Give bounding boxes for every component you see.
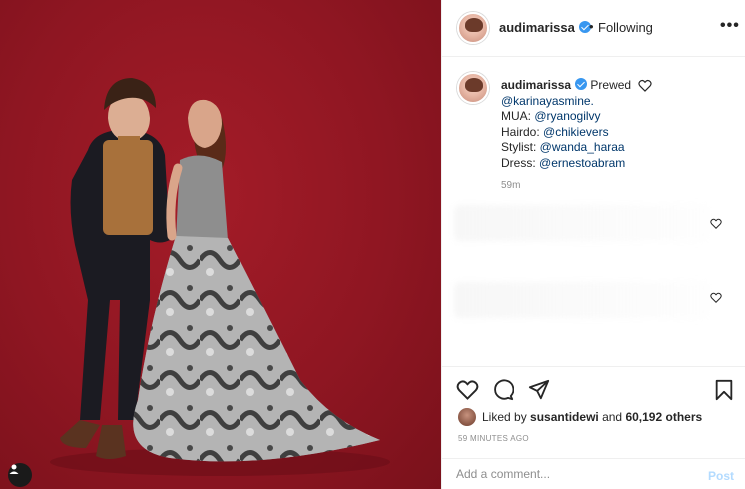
author-username[interactable]: audimarissa	[499, 20, 591, 35]
caption-line: MUA: @ryanogilvy	[501, 109, 731, 125]
caption-line: @karinayasmine.	[501, 94, 731, 110]
blurred-comment	[454, 282, 709, 318]
post-sidebar: audimarissa • Following ••• audimarissa …	[441, 0, 745, 489]
separator-dot: •	[589, 19, 594, 34]
verified-badge-icon	[575, 78, 588, 90]
share-icon[interactable]	[528, 379, 550, 401]
post-comment-button[interactable]: Post	[708, 469, 734, 483]
comment-input[interactable]	[456, 467, 686, 481]
post-actions: Liked by susantidewi and 60,192 others 5…	[442, 366, 745, 471]
user-tag-icon[interactable]	[8, 463, 32, 487]
mention-link[interactable]: @ryanogilvy	[534, 109, 600, 123]
follow-status-button[interactable]: Following	[598, 20, 653, 35]
mention-link[interactable]: @karinayasmine.	[501, 94, 594, 108]
caption-line: Hairdo: @chikievers	[501, 125, 731, 141]
likes-summary: Liked by susantidewi and 60,192 others	[458, 408, 702, 426]
mention-link[interactable]: @ernestoabram	[539, 156, 625, 170]
caption-line-label: MUA:	[501, 109, 535, 123]
caption-first-line: audimarissa Prewed	[501, 78, 731, 94]
caption-line-label: Dress:	[501, 155, 540, 170]
caption-line-label: Stylist:	[501, 140, 540, 154]
comment-bar: Post	[442, 458, 745, 489]
caption-text: Prewed	[590, 78, 632, 92]
post-header: audimarissa • Following •••	[442, 0, 745, 57]
likes-middle: and	[602, 410, 623, 424]
woman-figure	[133, 99, 380, 462]
caption-avatar[interactable]	[457, 72, 489, 104]
caption-username[interactable]: audimarissa	[501, 78, 571, 92]
author-username-text[interactable]: audimarissa	[499, 20, 575, 35]
comment-heart-icon[interactable]	[710, 292, 722, 303]
author-avatar[interactable]	[457, 12, 489, 44]
bookmark-icon[interactable]	[714, 379, 734, 401]
caption-line-label: Hairdo:	[501, 124, 544, 139]
post-timestamp[interactable]: 59 MINUTES AGO	[458, 434, 529, 443]
blurred-comment	[454, 205, 709, 241]
heart-icon[interactable]	[456, 379, 479, 400]
liker-avatar[interactable]	[458, 408, 476, 426]
post-photo[interactable]	[0, 0, 441, 489]
mention-link[interactable]: @wanda_haraa	[540, 140, 625, 154]
comment-heart-icon[interactable]	[710, 218, 722, 229]
mention-link[interactable]: @chikievers	[543, 125, 609, 139]
caption-body: audimarissa Prewed @karinayasmine. MUA: …	[501, 78, 731, 171]
likes-prefix: Liked by	[482, 410, 527, 424]
caption-time: 59m	[501, 180, 521, 191]
liker-username[interactable]: susantidewi	[530, 410, 599, 424]
more-icon[interactable]: •••	[720, 17, 740, 35]
comment-icon[interactable]	[492, 379, 514, 401]
caption-line: Stylist: @wanda_haraa	[501, 140, 731, 156]
caption-heart-icon[interactable]	[638, 79, 652, 92]
caption-line: Dress: @ernestoabram	[501, 156, 731, 172]
likes-count[interactable]: 60,192 others	[625, 410, 702, 424]
couple-illustration	[50, 78, 390, 476]
instagram-post: audimarissa • Following ••• audimarissa …	[0, 0, 745, 489]
